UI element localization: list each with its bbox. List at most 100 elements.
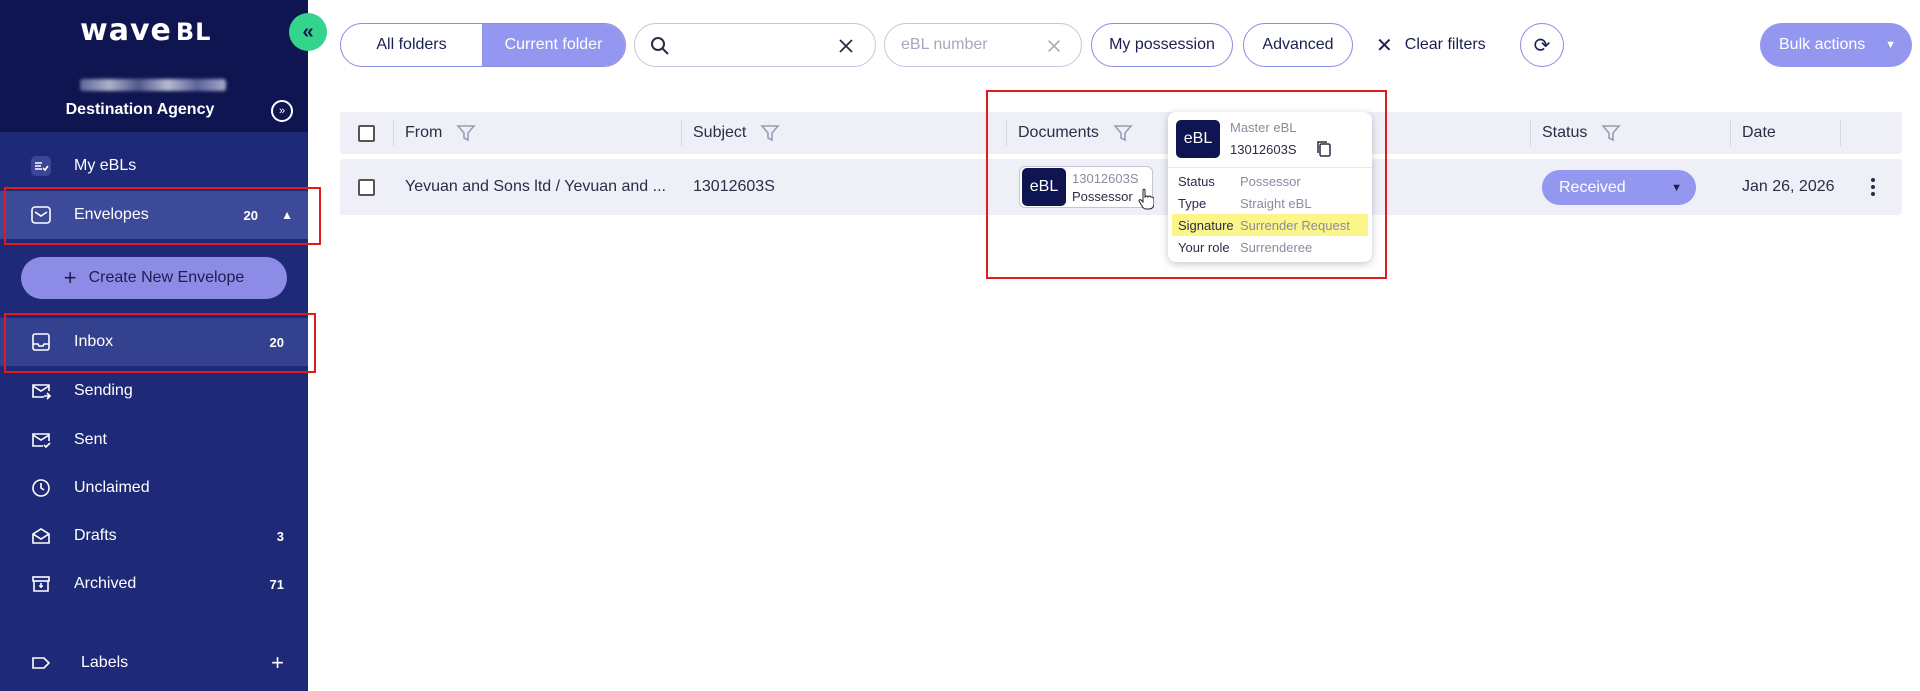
sidebar-item-drafts[interactable]: Drafts 3 [0,512,308,560]
column-divider [1006,120,1007,146]
app-logo: wave BL [80,13,212,48]
ebl-number-field[interactable] [884,23,1082,67]
col-from-label: From [405,124,443,141]
agency-panel: Destination Agency [0,62,308,132]
sidebar-item-unclaimed[interactable]: Unclaimed [0,464,308,512]
popover-key: Status [1178,173,1215,189]
label-icon [30,652,52,674]
close-icon: ✕ [1376,34,1393,57]
my-possession-button[interactable]: My possession [1091,23,1233,67]
clear-ebl-icon[interactable] [1046,38,1062,59]
col-subject-label: Subject [693,124,747,141]
popover-value: Possessor [1240,173,1301,189]
sidebar-item-envelopes[interactable]: Envelopes 20 ▲ [0,191,308,239]
column-divider [681,120,682,146]
copy-icon[interactable] [1316,140,1332,158]
add-label-icon[interactable]: + [271,650,284,676]
envelope-icon [30,204,52,226]
col-documents[interactable]: Documents [1018,112,1133,154]
filter-icon[interactable] [760,124,781,142]
create-envelope-button[interactable]: + Create New Envelope [21,257,287,299]
sidebar-item-sending[interactable]: Sending [0,367,308,415]
col-status[interactable]: Status [1542,112,1622,154]
sidebar-item-my-ebls[interactable]: My eBLs [0,142,308,190]
ebl-number-input[interactable] [901,30,1031,60]
sidebar-item-labels[interactable]: Labels + [0,639,308,687]
envelopes-count: 20 [243,207,258,223]
sidebar-item-label: Envelopes [74,206,149,223]
clear-filters-button[interactable]: ✕ Clear filters [1376,23,1486,67]
divider [1168,167,1372,168]
popover-doc-type: Master eBL [1230,120,1297,135]
current-folder-button[interactable]: Current folder [482,24,625,66]
sidebar-header: wave BL [0,0,308,62]
sidebar-item-inbox[interactable]: Inbox 20 [0,318,308,366]
sidebar-item-label: Labels [81,654,129,671]
mail-check-icon [30,429,52,451]
clock-icon [30,477,52,499]
popover-doc-number: 13012603S [1230,142,1297,157]
refresh-button[interactable]: ⟳ [1520,23,1564,67]
folder-scope-toggle: All folders Current folder [340,23,626,67]
sidebar-item-label: Archived [74,575,137,592]
drafts-icon [30,525,52,547]
popover-value: Surrenderee [1240,239,1313,255]
refresh-icon: ⟳ [1533,34,1551,57]
column-divider [1730,120,1731,146]
list-check-icon [30,155,52,177]
document-role: Possessor [1072,189,1133,204]
filter-icon[interactable] [1113,124,1133,142]
row-from: Yevuan and Sons ltd / Yevuan and ... [405,178,666,195]
filter-icon[interactable] [456,124,477,142]
sidebar-item-label: My eBLs [74,157,137,174]
popover-row-signature: Signature Surrender Request [1172,214,1368,236]
popover-key: Type [1178,195,1207,211]
row-menu-icon[interactable] [1866,175,1880,199]
popover-value: Surrender Request [1240,217,1350,233]
row-checkbox[interactable] [358,159,375,215]
hand-cursor-icon [1138,188,1154,210]
sidebar-item-label: Unclaimed [74,479,150,496]
popover-key: Your role [1178,239,1230,255]
col-status-label: Status [1542,124,1588,141]
popover-row-role: Your role Surrenderee [1172,236,1368,258]
agency-name: Destination Agency [65,101,215,118]
col-subject[interactable]: Subject [693,112,781,154]
sidebar-item-label: Sent [74,431,107,448]
col-documents-label: Documents [1018,124,1099,141]
ebl-badge: eBL [1176,120,1220,158]
table-header: From Subject Documents Status Date [340,112,1902,154]
plus-icon: + [63,265,77,290]
filter-icon[interactable] [1601,124,1622,142]
chevron-up-icon[interactable]: ▲ [281,208,293,222]
caret-down-icon: ▼ [1671,181,1682,194]
archive-icon [30,573,52,595]
search-input[interactable] [681,30,821,60]
collapse-sidebar-button[interactable]: « [289,13,327,51]
all-folders-button[interactable]: All folders [341,24,482,66]
bulk-actions-label: Bulk actions [1779,36,1866,53]
status-dropdown[interactable]: Received ▼ [1542,170,1696,205]
popover-row-type: Type Straight eBL [1172,192,1368,214]
clear-search-icon[interactable] [837,37,855,60]
popover-key: Signature [1178,217,1234,233]
drafts-count: 3 [276,528,284,544]
agency-expand-icon[interactable]: » [271,100,293,122]
row-date: Jan 26, 2026 [1742,178,1835,195]
bulk-actions-button[interactable]: Bulk actions ▼ [1760,23,1912,67]
archived-count: 71 [269,576,284,592]
search-field[interactable] [634,23,876,67]
sidebar: wave BL Destination Agency » My eBLs Enve… [0,0,308,691]
popover-value: Straight eBL [1240,195,1312,211]
row-subject: 13012603S [693,178,775,195]
advanced-button[interactable]: Advanced [1243,23,1353,67]
document-chip[interactable]: eBL 13012603S Possessor [1019,166,1153,208]
col-from[interactable]: From [405,112,477,154]
select-all-checkbox[interactable] [358,112,375,154]
ebl-badge: eBL [1022,168,1066,206]
col-date[interactable]: Date [1742,112,1776,154]
col-date-label: Date [1742,124,1776,141]
sidebar-item-archived[interactable]: Archived 71 [0,560,308,608]
column-divider [1530,120,1531,146]
sidebar-item-sent[interactable]: Sent [0,416,308,464]
